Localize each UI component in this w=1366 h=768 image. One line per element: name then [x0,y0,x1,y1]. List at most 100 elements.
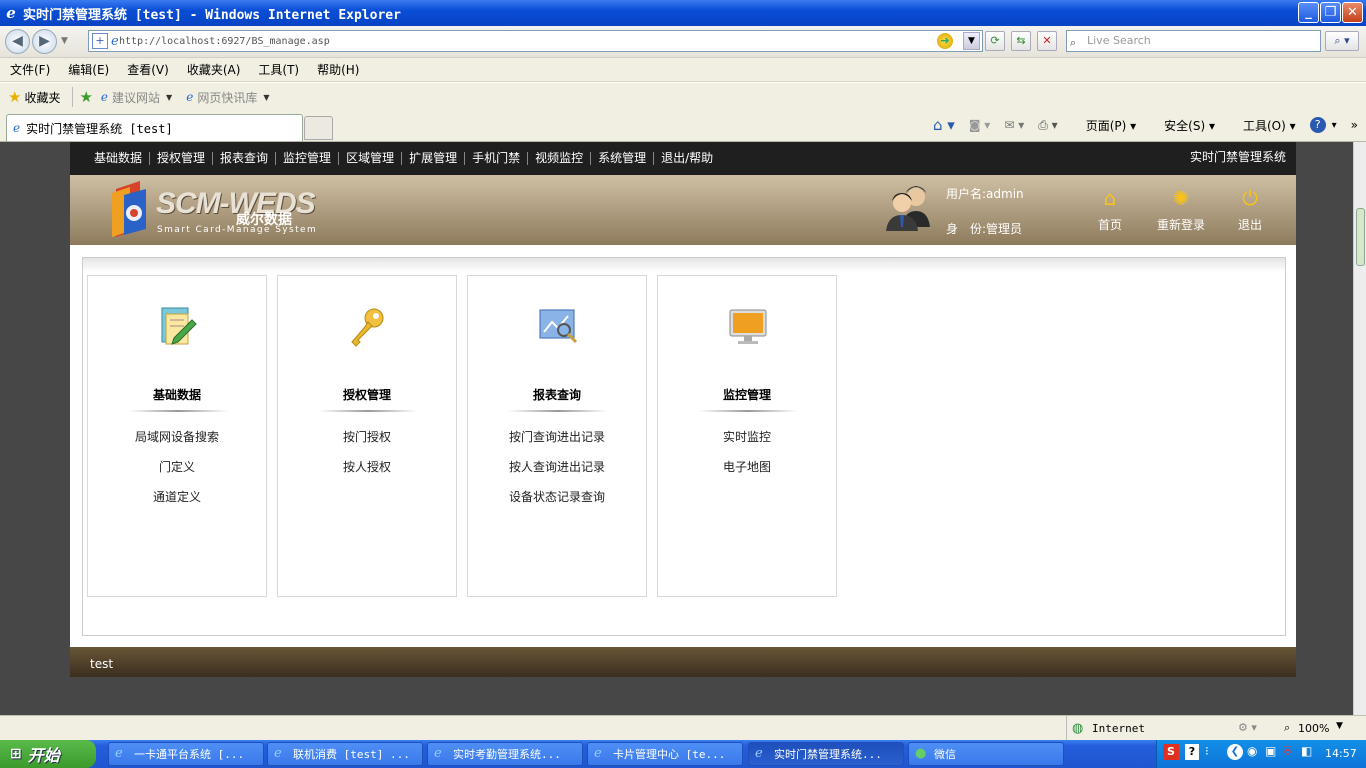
home-icon[interactable]: ⌂ ▾ [933,116,955,134]
nav-basic-data[interactable]: 基础数据 [89,152,149,165]
task-item[interactable]: e 实时考勤管理系统... [427,742,583,766]
suggested-sites-label: 建议网站 [112,90,161,105]
add-to-favorites-bar-icon[interactable]: ★ [79,88,92,106]
minimize-button[interactable]: _ [1298,2,1319,23]
forward-button[interactable]: ▶ [32,29,57,54]
power-icon: ⏻ [1242,186,1258,210]
help-icon[interactable]: ? [1185,744,1199,760]
logout-button[interactable]: ⏻ 退出 [1230,186,1270,233]
back-button[interactable]: ◀ [5,29,30,54]
link-door-access-records[interactable]: 按门查询进出记录 [468,428,646,445]
link-door-definition[interactable]: 门定义 [88,458,266,475]
suggested-sites-button[interactable]: e 建议网站 ▼ [101,89,172,106]
nav-reports[interactable]: 报表查询 [212,152,275,165]
new-tab-button[interactable] [304,116,333,140]
close-button[interactable]: ✕ [1342,2,1363,23]
card-title: 授权管理 [342,388,391,402]
nav-video[interactable]: 视频监控 [527,152,590,165]
tab-active[interactable]: e 实时门禁管理系统 [test] [6,114,303,141]
nav-mobile-access[interactable]: 手机门禁 [464,152,527,165]
page-menu[interactable]: 页面(P) ▾ [1072,117,1136,134]
zoom-level[interactable]: 100% [1298,722,1329,735]
card-title: 报表查询 [532,388,581,402]
link-authorize-by-person[interactable]: 按人授权 [278,458,456,475]
relogin-button-label: 重新登录 [1156,218,1205,232]
protected-mode-icon[interactable]: ⚙ ▾ [1238,721,1257,734]
history-dropdown-icon[interactable]: ▼ [61,36,68,46]
nav-monitoring[interactable]: 监控管理 [275,152,338,165]
favorites-button[interactable]: ★ 收藏夹 [8,88,60,106]
task-item[interactable]: e 联机消费 [test] ... [267,742,423,766]
menu-tools[interactable]: 工具(T) [258,61,299,78]
link-realtime-monitoring[interactable]: 实时监控 [658,428,836,445]
nav-area[interactable]: 区域管理 [338,152,401,165]
safety-menu[interactable]: 安全(S) ▾ [1150,117,1215,134]
rss-compat-icon[interactable]: ⟳ [985,31,1005,51]
start-button[interactable]: ⊞ 开始 [0,740,96,768]
menu-help[interactable]: 帮助(H) [317,61,359,78]
address-toolbar: ◀ ▶ ▼ + e http://localhost:6927/BS_manag… [0,26,1366,58]
card-monitoring: 监控管理 实时监控 电子地图 [657,275,837,597]
task-item[interactable]: e 卡片管理中心 [te... [587,742,743,766]
zone-label: Internet [1092,722,1145,735]
menu-edit[interactable]: 编辑(E) [68,61,109,78]
security-icon[interactable]: ⛨ [1283,744,1292,759]
scrollbar-thumb[interactable] [1356,208,1365,266]
feeds-icon[interactable]: ◙ ▾ [969,118,990,132]
url-text: http://localhost:6927/BS_manage.asp [119,35,330,47]
vertical-scrollbar[interactable] [1353,142,1366,715]
nav-extension[interactable]: 扩展管理 [401,152,464,165]
nav-system[interactable]: 系统管理 [590,152,653,165]
compatibility-icon[interactable]: ➜ [937,33,953,49]
link-lan-device-search[interactable]: 局域网设备搜索 [88,428,266,445]
stop-icon[interactable]: ✕ [1037,31,1057,51]
nav-authorization[interactable]: 授权管理 [149,152,212,165]
link-electronic-map[interactable]: 电子地图 [658,458,836,475]
page-icon: e [111,34,119,49]
task-item[interactable]: e 一卡通平台系统 [... [108,742,264,766]
link-device-status-records[interactable]: 设备状态记录查询 [468,488,646,505]
menu-favorites[interactable]: 收藏夹(A) [187,61,241,78]
mic-icon[interactable]: ⁝ [1205,744,1209,758]
link-authorize-by-door[interactable]: 按门授权 [278,428,456,445]
search-input[interactable]: Live Search [1066,30,1321,52]
print-icon[interactable]: ⎙ ▾ [1038,118,1057,133]
home-button[interactable]: ⌂ 首页 [1090,186,1130,233]
task-item-wechat[interactable]: ● 微信 [908,742,1064,766]
network-icon[interactable]: ▣ [1265,744,1276,758]
nav-exit-help[interactable]: 退出/帮助 [653,152,720,165]
mail-icon[interactable]: ✉ ▾ [1004,118,1024,132]
start-label: 开始 [27,746,60,765]
menu-view[interactable]: 查看(V) [127,61,169,78]
volume-icon[interactable]: ◧ [1301,744,1312,758]
zoom-icon: ⌕ [1284,721,1291,734]
wechat-tray-icon[interactable]: ◉ [1247,744,1257,758]
link-channel-definition[interactable]: 通道定义 [88,488,266,505]
refresh-icon: ✺ [1172,186,1190,210]
address-field[interactable]: + e http://localhost:6927/BS_manage.asp … [88,30,983,52]
tools-menu-label: 工具(O) [1242,118,1286,133]
menu-file[interactable]: 文件(F) [10,61,50,78]
logo-mark-icon [112,181,146,237]
link-person-access-records[interactable]: 按人查询进出记录 [468,458,646,475]
card-title: 基础数据 [152,388,201,402]
task-item-active[interactable]: e 实时门禁管理系统... [748,742,904,766]
sogou-input-icon[interactable]: S [1163,744,1179,760]
chevron-down-icon[interactable]: ▾ [1332,120,1337,131]
collapse-tray-icon[interactable]: ❮ [1227,744,1243,760]
refresh-icon[interactable]: ⇆ [1011,31,1031,51]
clock[interactable]: 14:57 [1325,747,1357,760]
card-title: 监控管理 [722,388,771,402]
help-icon[interactable]: ? [1309,117,1326,133]
search-go-button[interactable]: ⌕ ▾ [1325,31,1359,51]
relogin-button[interactable]: ✺ 重新登录 [1150,186,1212,233]
web-slice-gallery-button[interactable]: e 网页快讯库 ▼ [186,89,269,106]
maximize-button[interactable]: ❐ [1320,2,1341,23]
ie-page-icon: e [186,90,194,104]
tools-menu[interactable]: 工具(O) ▾ [1229,117,1296,134]
address-dropdown-icon[interactable]: ▼ [963,32,980,50]
chevron-down-icon[interactable]: ▼ [1336,721,1343,731]
more-commands-icon[interactable]: » [1351,118,1358,132]
role-label: 身 份:管理员 [946,222,1023,236]
users-avatar-icon [886,186,930,231]
